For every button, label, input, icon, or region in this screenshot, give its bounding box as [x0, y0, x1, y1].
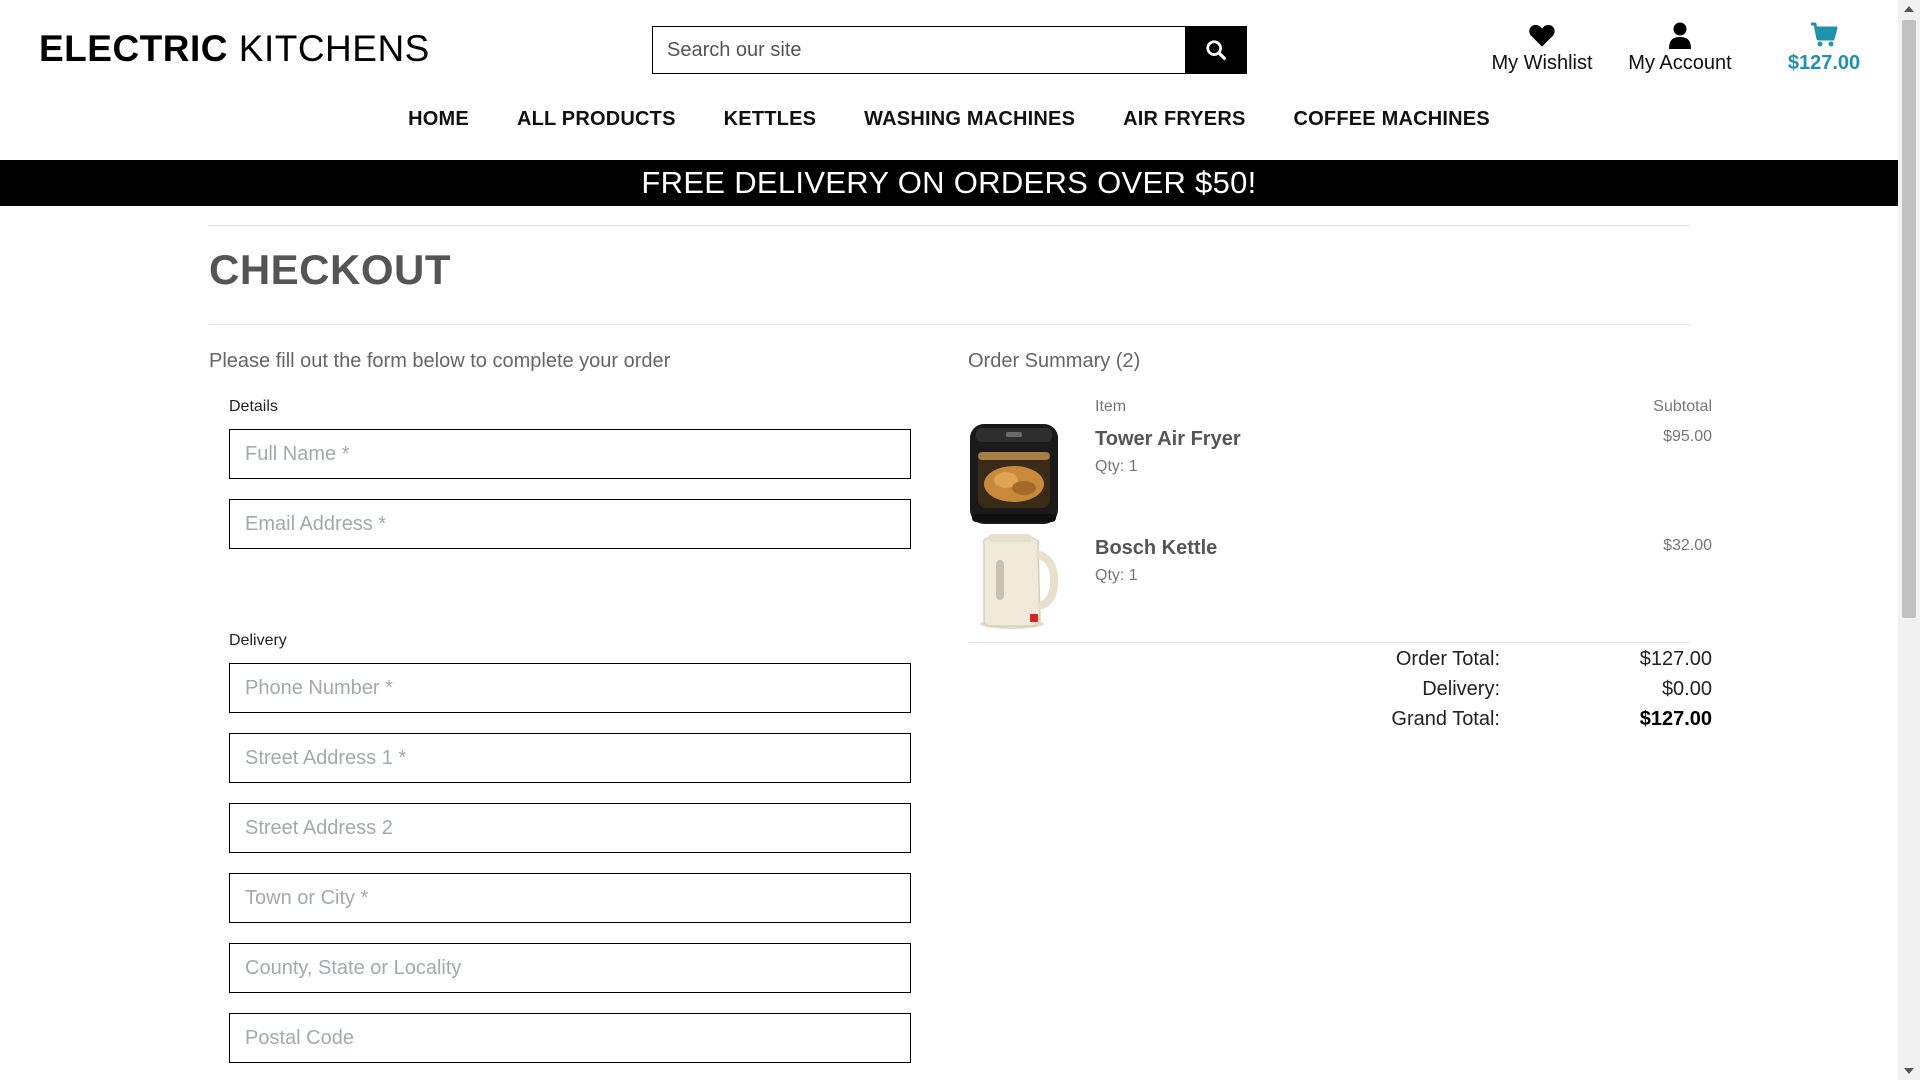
nav-kettles[interactable]: KETTLES — [700, 108, 841, 131]
item-subtotal-air-fryer: $95.00 — [1663, 428, 1712, 445]
item-subtotal-kettle: $32.00 — [1663, 537, 1712, 554]
kettle-image — [980, 534, 1059, 629]
delivery-banner: FREE DELIVERY ON ORDERS OVER $50! — [0, 160, 1898, 206]
scroll-up-icon[interactable] — [1904, 6, 1914, 12]
town-city-field[interactable] — [230, 874, 910, 922]
nav-home[interactable]: HOME — [384, 108, 493, 131]
order-total-value: $127.00 — [1639, 648, 1712, 670]
details-legend: Details — [229, 398, 278, 415]
street2-wrapper — [229, 803, 911, 853]
search-icon — [1205, 40, 1226, 60]
summary-divider — [968, 642, 1690, 643]
nav-air-fryers[interactable]: AIR FRYERS — [1099, 108, 1269, 131]
postcode-wrapper — [229, 1013, 911, 1063]
nav-washing-machines[interactable]: WASHING MACHINES — [840, 108, 1099, 131]
air-fryer-image — [970, 424, 1058, 524]
search-input[interactable] — [653, 27, 1185, 73]
site-header: ELECTRIC KITCHENS My Wishlist My Account… — [0, 0, 1898, 160]
top-divider — [209, 225, 1690, 226]
account-label: My Account — [1628, 52, 1732, 74]
nav-coffee-machines[interactable]: COFFEE MACHINES — [1270, 108, 1514, 131]
delivery-label: Delivery: — [1422, 678, 1500, 700]
town-wrapper — [229, 873, 911, 923]
logo-bold-text: ELECTRIC — [39, 28, 228, 69]
site-logo[interactable]: ELECTRIC KITCHENS — [39, 28, 430, 70]
phone-wrapper — [229, 663, 911, 713]
item-name-kettle: Bosch Kettle — [1095, 537, 1218, 559]
shopping-bag-link[interactable]: $127.00 — [1772, 22, 1876, 75]
nav-all-products[interactable]: ALL PRODUCTS — [493, 108, 700, 131]
wishlist-label: My Wishlist — [1491, 52, 1593, 74]
delivery-value: $0.00 — [1661, 678, 1712, 700]
page-scrollbar[interactable] — [1898, 0, 1920, 1080]
item-column-header: Item — [1095, 398, 1127, 415]
scroll-down-icon[interactable] — [1904, 1068, 1914, 1074]
order-total-label: Order Total: — [1395, 648, 1500, 670]
bag-total: $127.00 — [1787, 52, 1861, 74]
page-title: CHECKOUT — [209, 246, 451, 293]
grand-total-value: $127.00 — [1639, 708, 1712, 730]
phone-field[interactable] — [230, 664, 910, 712]
county-wrapper — [229, 943, 911, 993]
user-icon — [1669, 22, 1691, 49]
delivery-legend: Delivery — [229, 632, 287, 649]
main-nav: HOME ALL PRODUCTS KETTLES WASHING MACHIN… — [0, 108, 1898, 131]
full-name-wrapper — [229, 429, 911, 479]
logo-light-text: KITCHENS — [228, 28, 430, 69]
subtotal-column-header: Subtotal — [1653, 398, 1712, 415]
order-summary-title: Order Summary (2) — [968, 350, 1141, 372]
wishlist-link[interactable]: My Wishlist — [1482, 22, 1602, 75]
checkout-instructions: Please fill out the form below to comple… — [209, 350, 671, 372]
street-address-2-field[interactable] — [230, 804, 910, 852]
email-field[interactable] — [230, 500, 910, 548]
email-wrapper — [229, 499, 911, 549]
county-field[interactable] — [230, 944, 910, 992]
account-link[interactable]: My Account — [1620, 22, 1740, 75]
search-form — [652, 26, 1247, 74]
shopping-cart-icon — [1811, 22, 1838, 47]
street1-wrapper — [229, 733, 911, 783]
heart-icon — [1529, 24, 1555, 47]
scroll-thumb[interactable] — [1902, 20, 1916, 618]
title-divider — [209, 324, 1690, 325]
street-address-1-field[interactable] — [230, 734, 910, 782]
item-qty-air-fryer: Qty: 1 — [1095, 458, 1138, 475]
item-name-air-fryer: Tower Air Fryer — [1095, 428, 1241, 450]
full-name-field[interactable] — [230, 430, 910, 478]
item-qty-kettle: Qty: 1 — [1095, 567, 1138, 584]
grand-total-label: Grand Total: — [1391, 708, 1500, 730]
search-button[interactable] — [1185, 27, 1246, 73]
postal-code-field[interactable] — [230, 1014, 910, 1062]
